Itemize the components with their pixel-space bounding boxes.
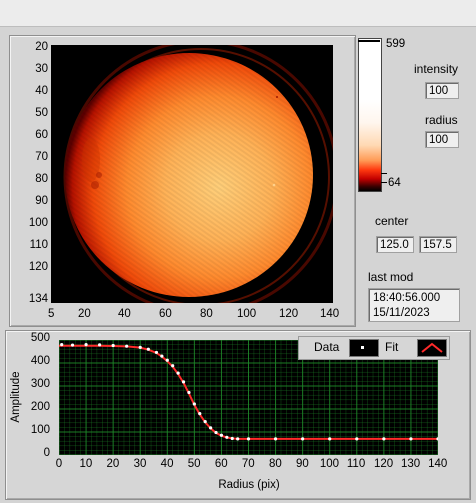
x-tick-label: 40 (160, 458, 174, 470)
x-tick-label: 80 (268, 458, 282, 470)
data-point (84, 343, 88, 347)
data-point (301, 437, 305, 441)
colorbar-min-marker[interactable] (381, 173, 387, 183)
data-point (171, 364, 175, 368)
data-point (198, 412, 202, 416)
data-point (98, 343, 102, 347)
data-point (154, 350, 159, 355)
x-tick-label: 30 (133, 458, 147, 470)
intensity-field[interactable]: 100 (425, 82, 459, 99)
image-y-tick: 30 (35, 63, 48, 75)
top-toolbar (0, 0, 476, 27)
legend-fit-swatch[interactable] (417, 339, 447, 357)
intensity-label: intensity (414, 62, 459, 76)
image-y-tick: 80 (35, 173, 48, 185)
x-tick-label: 90 (296, 458, 309, 470)
colorbar-max-label: 599 (386, 38, 406, 50)
x-axis-label: Radius (pix) (218, 479, 280, 491)
y-tick-label: 200 (30, 401, 50, 413)
x-tick-label: 130 (401, 458, 421, 470)
center-y-field[interactable]: 157.5 (419, 236, 457, 253)
data-point (146, 347, 150, 351)
data-point (409, 437, 413, 441)
x-tick-label: 20 (106, 458, 120, 470)
data-point (70, 343, 75, 347)
intensity-image-canvas (51, 45, 333, 303)
radius-field[interactable]: 100 (425, 131, 459, 148)
x-tick-label: 120 (373, 458, 394, 470)
data-point (230, 436, 234, 441)
data-point (160, 354, 164, 358)
data-point (192, 402, 196, 406)
last-mod-date: 15/11/2023 (373, 307, 430, 319)
legend-fit-label: Fit (385, 340, 399, 354)
image-x-tick: 100 (237, 308, 257, 320)
radius-label: radius (425, 113, 458, 127)
image-y-tick: 20 (35, 41, 48, 53)
colorbar[interactable] (358, 38, 382, 192)
data-point (165, 358, 169, 362)
image-x-tick: 20 (78, 308, 91, 320)
x-tick-label: 10 (79, 458, 93, 470)
data-point (203, 420, 207, 424)
x-tick-label: 0 (55, 458, 63, 470)
y-tick-label: 100 (30, 424, 50, 436)
y-tick-label: 400 (30, 355, 50, 367)
x-tick-label: 70 (241, 458, 255, 470)
image-y-tick: 134 (28, 293, 48, 305)
image-y-tick: 100 (28, 217, 48, 229)
last-mod-label: last mod (368, 270, 414, 284)
y-tick-label: 500 (30, 332, 50, 344)
colorbar-max-marker[interactable] (358, 40, 380, 42)
image-x-tick: 140 (320, 308, 340, 320)
image-y-tick: 40 (35, 85, 48, 97)
data-point (246, 437, 251, 441)
y-tick-label: 300 (30, 378, 50, 390)
x-tick-label: 100 (319, 458, 339, 470)
y-tick-label: 0 (43, 447, 50, 459)
data-point (214, 430, 218, 435)
data-point (209, 426, 213, 430)
colorbar-min-label: 64 (388, 177, 401, 189)
x-tick-label: 110 (346, 458, 366, 470)
intensity-image[interactable] (51, 45, 333, 303)
data-point (273, 437, 278, 441)
x-tick-label: 140 (428, 458, 448, 470)
data-point (225, 435, 229, 439)
data-point (138, 345, 142, 349)
data-point (176, 371, 180, 375)
data-point (382, 437, 386, 441)
data-point (328, 437, 332, 441)
last-mod-field: 18:40:56.000 15/11/2023 (368, 288, 460, 322)
image-x-tick: 80 (200, 308, 213, 320)
legend-data-swatch[interactable] (349, 339, 379, 357)
data-point (436, 437, 438, 441)
image-y-tick: 60 (35, 129, 48, 141)
image-y-tick: 90 (35, 195, 48, 207)
center-label: center (375, 214, 409, 228)
data-point (187, 390, 191, 395)
image-y-tick: 120 (28, 261, 48, 273)
data-point (236, 437, 240, 441)
image-x-tick: 5 (48, 308, 55, 320)
x-tick-label: 50 (187, 458, 201, 470)
data-point (181, 380, 186, 384)
data-point (111, 343, 115, 348)
x-tick-label: 60 (214, 458, 228, 470)
data-point (219, 433, 224, 437)
image-y-tick: 110 (29, 239, 48, 251)
data-point (355, 437, 359, 441)
last-mod-time: 18:40:56.000 (373, 292, 441, 304)
y-axis-label: Amplitude (10, 371, 22, 423)
data-point (60, 343, 64, 347)
image-y-tick: 70 (35, 151, 48, 163)
image-x-tick: 40 (118, 308, 131, 320)
legend-data-label: Data (314, 340, 340, 354)
image-x-tick: 120 (279, 308, 299, 320)
image-x-tick: 60 (159, 308, 172, 320)
plot-legend[interactable]: Data Fit (298, 336, 450, 360)
data-point (125, 344, 129, 348)
center-x-field[interactable]: 125.0 (376, 236, 414, 253)
image-y-tick: 50 (35, 107, 48, 119)
